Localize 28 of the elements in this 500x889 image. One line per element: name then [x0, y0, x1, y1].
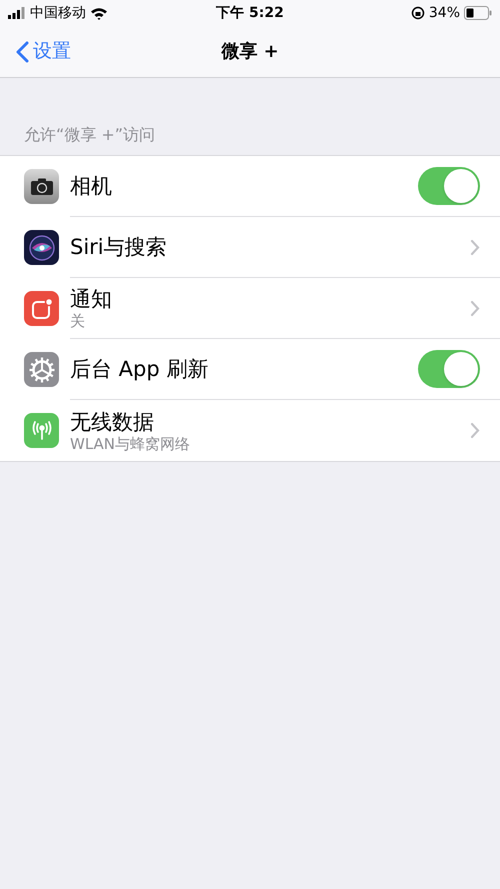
row-label: 相机	[70, 173, 113, 199]
signal-icon	[8, 7, 26, 19]
chevron-right-icon[interactable]	[470, 238, 480, 256]
toggle-switch[interactable]	[418, 350, 480, 388]
clock-text: 下午 5:22	[216, 4, 284, 22]
back-button[interactable]: 设置	[0, 37, 71, 66]
battery-icon	[464, 6, 492, 20]
chevron-left-icon	[16, 40, 29, 62]
antenna-icon	[24, 413, 59, 448]
row-detail: WLAN与蜂窝网络	[70, 434, 192, 452]
toggle-switch[interactable]	[418, 167, 480, 205]
carrier-text: 中国移动	[30, 4, 86, 22]
gear-icon	[24, 352, 59, 387]
siri-icon	[24, 230, 59, 265]
battery-percent: 34%	[428, 4, 460, 22]
chevron-right-icon[interactable]	[470, 422, 480, 439]
row-detail: 关	[70, 312, 86, 330]
wifi-icon	[90, 6, 108, 20]
rotation-lock-icon	[410, 6, 425, 20]
notification-icon	[24, 291, 59, 326]
row-label: 无线数据	[70, 408, 155, 434]
row-label: 通知	[70, 286, 113, 312]
chevron-right-icon[interactable]	[470, 300, 480, 316]
row-label: Siri与搜索	[70, 234, 168, 260]
page-title: 微享 +	[221, 40, 279, 64]
camera-icon	[24, 169, 59, 204]
row-label: 后台 App 刷新	[70, 356, 210, 382]
section-header: 允许“微享 +”访问	[24, 125, 156, 144]
